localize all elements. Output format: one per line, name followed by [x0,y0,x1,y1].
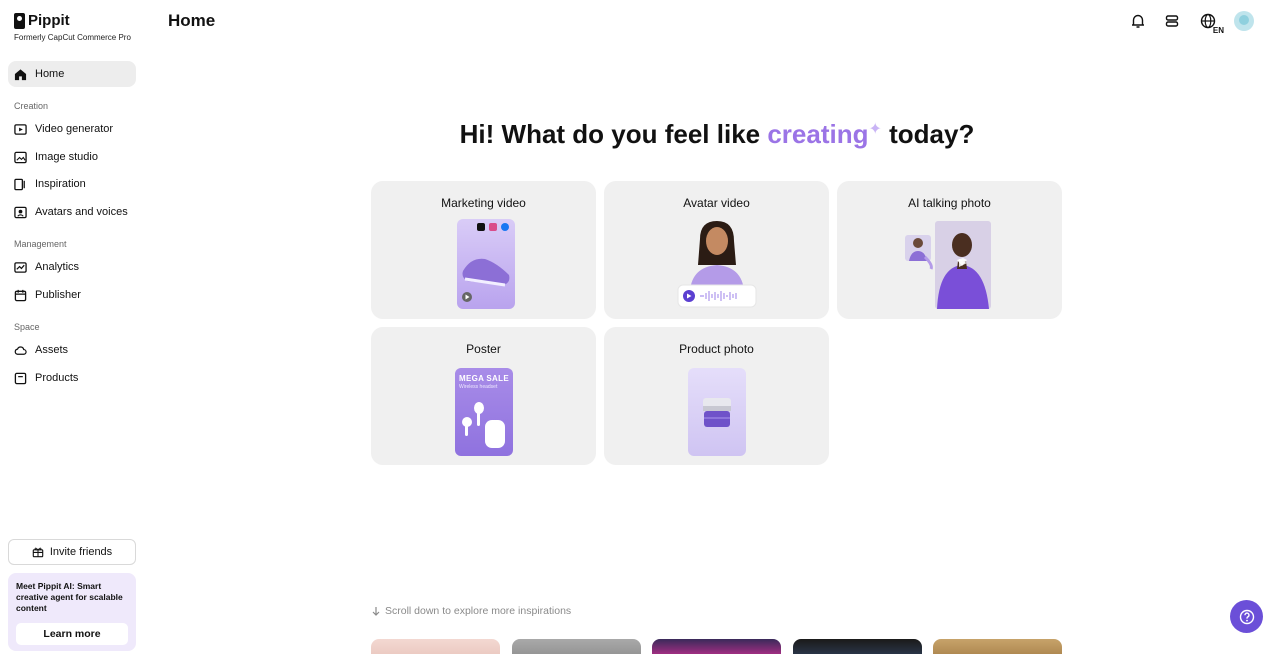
sidebar-item-label: Inspiration [35,178,86,190]
product-photo-thumbnail [688,368,746,456]
sidebar-item-analytics[interactable]: Analytics [8,254,136,280]
card-avatar-video[interactable]: Avatar video [604,181,829,319]
inspiration-icon [14,178,25,190]
cloud-icon [14,345,27,355]
card-title: Product photo [679,342,754,356]
headline-accent-word: creating [767,119,869,149]
image-studio-icon [14,151,27,163]
sidebar-item-assets[interactable]: Assets [8,337,136,363]
layers-stack-icon[interactable] [1162,11,1182,31]
sidebar-item-avatars-and-voices[interactable]: Avatars and voices [8,199,136,225]
brand-logo[interactable]: Pippit [14,12,70,29]
user-avatar[interactable] [1234,11,1254,31]
card-title: Marketing video [441,196,526,210]
learn-more-button[interactable]: Learn more [16,623,128,645]
card-title: Avatar video [683,196,750,210]
card-title: Poster [466,342,501,356]
sidebar-item-label: Home [35,68,65,80]
brand-name: Pippit [28,12,70,29]
sidebar-item-label: Assets [35,344,69,356]
welcome-headline: Hi! What do you feel like creating✦ toda… [0,119,1280,150]
inspiration-tile[interactable] [793,639,922,654]
ai-talking-photo-thumbnail [905,221,995,311]
pippit-ai-promo: Meet Pippit AI: Smart creative agent for… [8,573,136,651]
home-icon [14,68,27,80]
card-poster[interactable]: Poster MEGA SALE Wireless headset [371,327,596,465]
poster-thumbnail: MEGA SALE Wireless headset [455,368,513,456]
marketing-video-thumbnail [457,219,515,309]
sidebar-item-label: Products [35,372,79,384]
card-title: AI talking photo [908,196,991,210]
gift-icon [32,547,44,558]
sidebar-item-inspiration[interactable]: Inspiration [8,171,136,197]
calendar-icon [14,289,27,301]
question-mark-icon [1239,609,1254,624]
scroll-hint-text: Scroll down to explore more inspirations [385,605,572,617]
invite-friends-label: Invite friends [49,546,113,558]
inspiration-tile[interactable] [512,639,641,654]
inspiration-tile[interactable] [933,639,1062,654]
cream-jar-image-icon [703,398,731,427]
sidebar-item-label: Avatars and voices [35,206,128,218]
promo-text: Meet Pippit AI: Smart creative agent for… [16,581,123,613]
section-creation: Creation [14,101,49,111]
pippit-logo-icon [14,12,25,29]
avatar-video-thumbnail [676,219,758,309]
inspiration-tile[interactable] [652,639,781,654]
help-button[interactable] [1230,600,1263,633]
sidebar-item-publisher[interactable]: Publisher [8,282,136,308]
inspiration-tile[interactable] [371,639,500,654]
page-title: Home [168,11,216,30]
section-space: Space [14,322,40,332]
language-code: EN [1212,26,1224,35]
arrow-down-icon [372,607,380,616]
language-globe-icon[interactable]: EN [1196,11,1224,35]
card-product-photo[interactable]: Product photo [604,327,829,465]
product-box-icon [14,372,27,384]
avatar-icon [14,206,27,218]
sidebar-item-label: Image studio [35,151,98,163]
earbuds-image-icon [462,402,505,448]
sidebar-item-label: Publisher [35,289,81,301]
talking-man-image-icon [905,221,991,309]
sidebar-item-products[interactable]: Products [8,365,136,391]
header-actions: EN [1128,11,1254,35]
card-ai-talking-photo[interactable]: AI talking photo [837,181,1062,319]
headline-text-start: Hi! What do you feel like [459,119,768,149]
scroll-hint: Scroll down to explore more inspirations [371,605,571,617]
sparkle-icon: ✦ [868,121,882,138]
sidebar: Pippit Formerly CapCut Commerce Pro Home… [0,0,144,654]
section-management: Management [14,239,67,249]
sidebar-item-label: Analytics [35,261,80,273]
headline-text-end: today? [881,119,975,149]
brand-subtitle: Formerly CapCut Commerce Pro [14,33,131,42]
notification-bell-icon[interactable] [1128,11,1148,31]
woman-avatar-image-icon [677,221,757,308]
analytics-icon [14,261,27,273]
card-marketing-video[interactable]: Marketing video [371,181,596,319]
invite-friends-button[interactable]: Invite friends [8,539,136,565]
sidebar-item-home[interactable]: Home [8,61,136,87]
sneaker-image-icon [462,223,510,302]
